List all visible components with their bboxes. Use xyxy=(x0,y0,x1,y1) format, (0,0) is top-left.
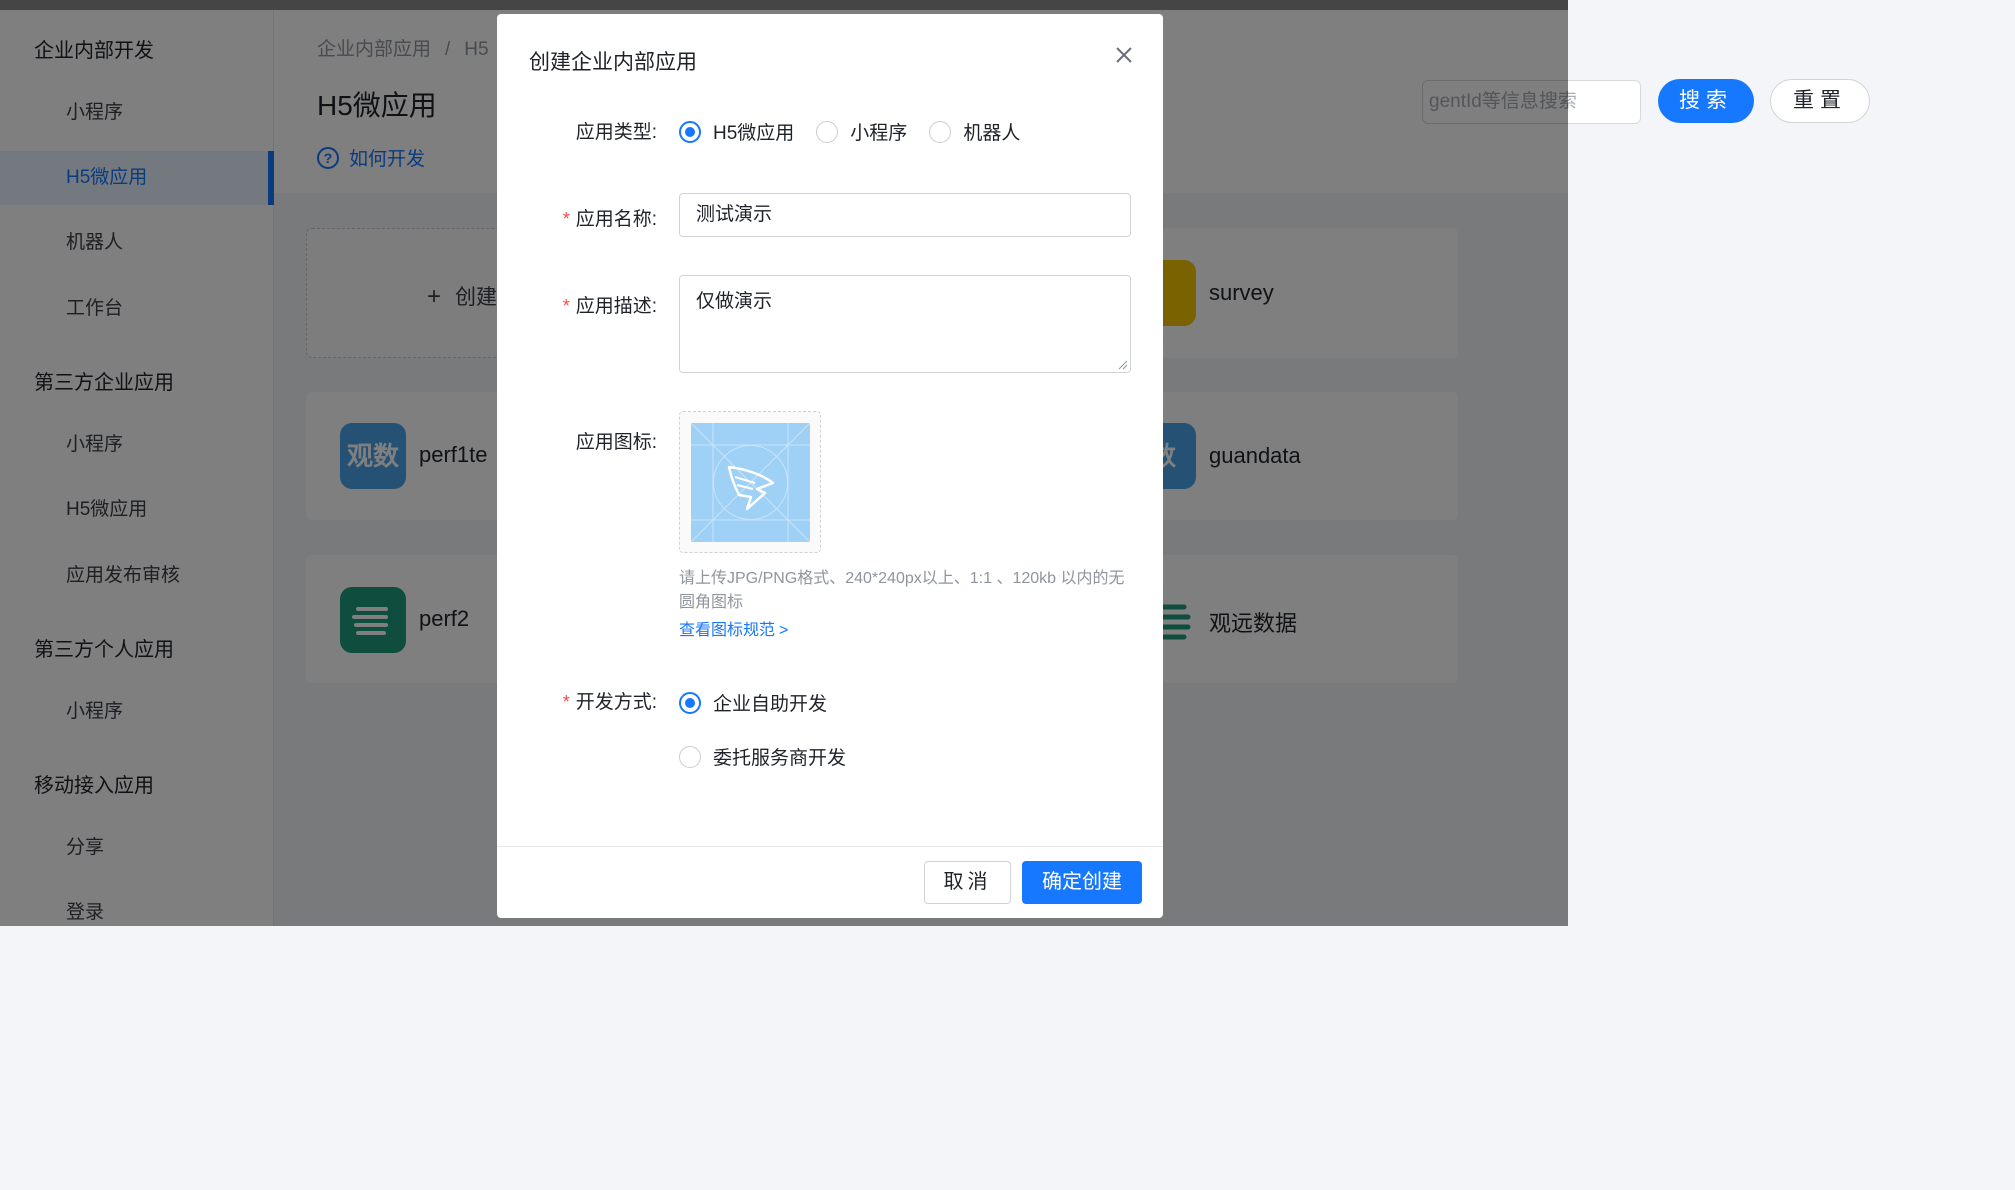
icon-upload-hint: 请上传JPG/PNG格式、240*240px以上、1:1 、120kb 以内的无… xyxy=(679,570,1125,611)
radio-isv-dev-label[interactable]: 委托服务商开发 xyxy=(713,743,846,770)
icon-upload-box[interactable] xyxy=(679,411,821,553)
radio-h5-label[interactable]: H5微应用 xyxy=(713,118,794,145)
chevron-right-icon: > xyxy=(779,622,789,639)
radio-h5[interactable] xyxy=(679,120,701,143)
dev-mode-label: * 开发方式: xyxy=(562,692,657,713)
reset-button[interactable]: 重置 xyxy=(1770,79,1870,123)
radio-miniapp[interactable] xyxy=(816,120,839,143)
radio-robot-label[interactable]: 机器人 xyxy=(963,118,1020,145)
radio-isv-dev[interactable] xyxy=(679,745,701,768)
radio-robot[interactable] xyxy=(929,120,952,143)
required-mark: * xyxy=(562,296,570,316)
icon-spec-link[interactable]: 查看图标规范 > xyxy=(679,616,788,640)
app-desc-textarea[interactable]: 仅做演示 xyxy=(679,275,1131,373)
close-icon[interactable] xyxy=(1109,40,1139,70)
modal-footer-divider xyxy=(497,846,1163,847)
app-type-radio-group: H5微应用 小程序 机器人 xyxy=(679,118,1042,145)
dev-mode-option-self[interactable]: 企业自助开发 xyxy=(679,689,849,716)
create-app-modal: 创建企业内部应用 应用类型: H5微应用 小程序 机器人 * 应用名称: 测试演示… xyxy=(497,14,1163,918)
confirm-create-button[interactable]: 确定创建 xyxy=(1022,861,1142,904)
app-name-field[interactable]: 测试演示 xyxy=(679,193,1131,237)
app-desc-label: * 应用描述: xyxy=(562,296,657,317)
modal-title: 创建企业内部应用 xyxy=(529,51,697,74)
radio-self-dev-label[interactable]: 企业自助开发 xyxy=(713,689,827,716)
resize-grip-icon[interactable] xyxy=(1116,358,1128,370)
app-name-label: * 应用名称: xyxy=(562,209,657,230)
required-mark: * xyxy=(562,209,570,229)
dev-mode-option-isv[interactable]: 委托服务商开发 xyxy=(679,743,868,770)
search-button[interactable]: 搜索 xyxy=(1658,79,1754,123)
dingtalk-logo-icon xyxy=(690,422,811,543)
app-type-label: 应用类型: xyxy=(575,122,657,143)
radio-miniapp-label[interactable]: 小程序 xyxy=(850,118,907,145)
required-mark: * xyxy=(562,692,570,712)
app-icon-label: 应用图标: xyxy=(575,432,657,453)
radio-self-dev[interactable] xyxy=(679,691,701,714)
app-desc-value: 仅做演示 xyxy=(696,291,773,312)
cancel-button[interactable]: 取消 xyxy=(924,861,1011,904)
